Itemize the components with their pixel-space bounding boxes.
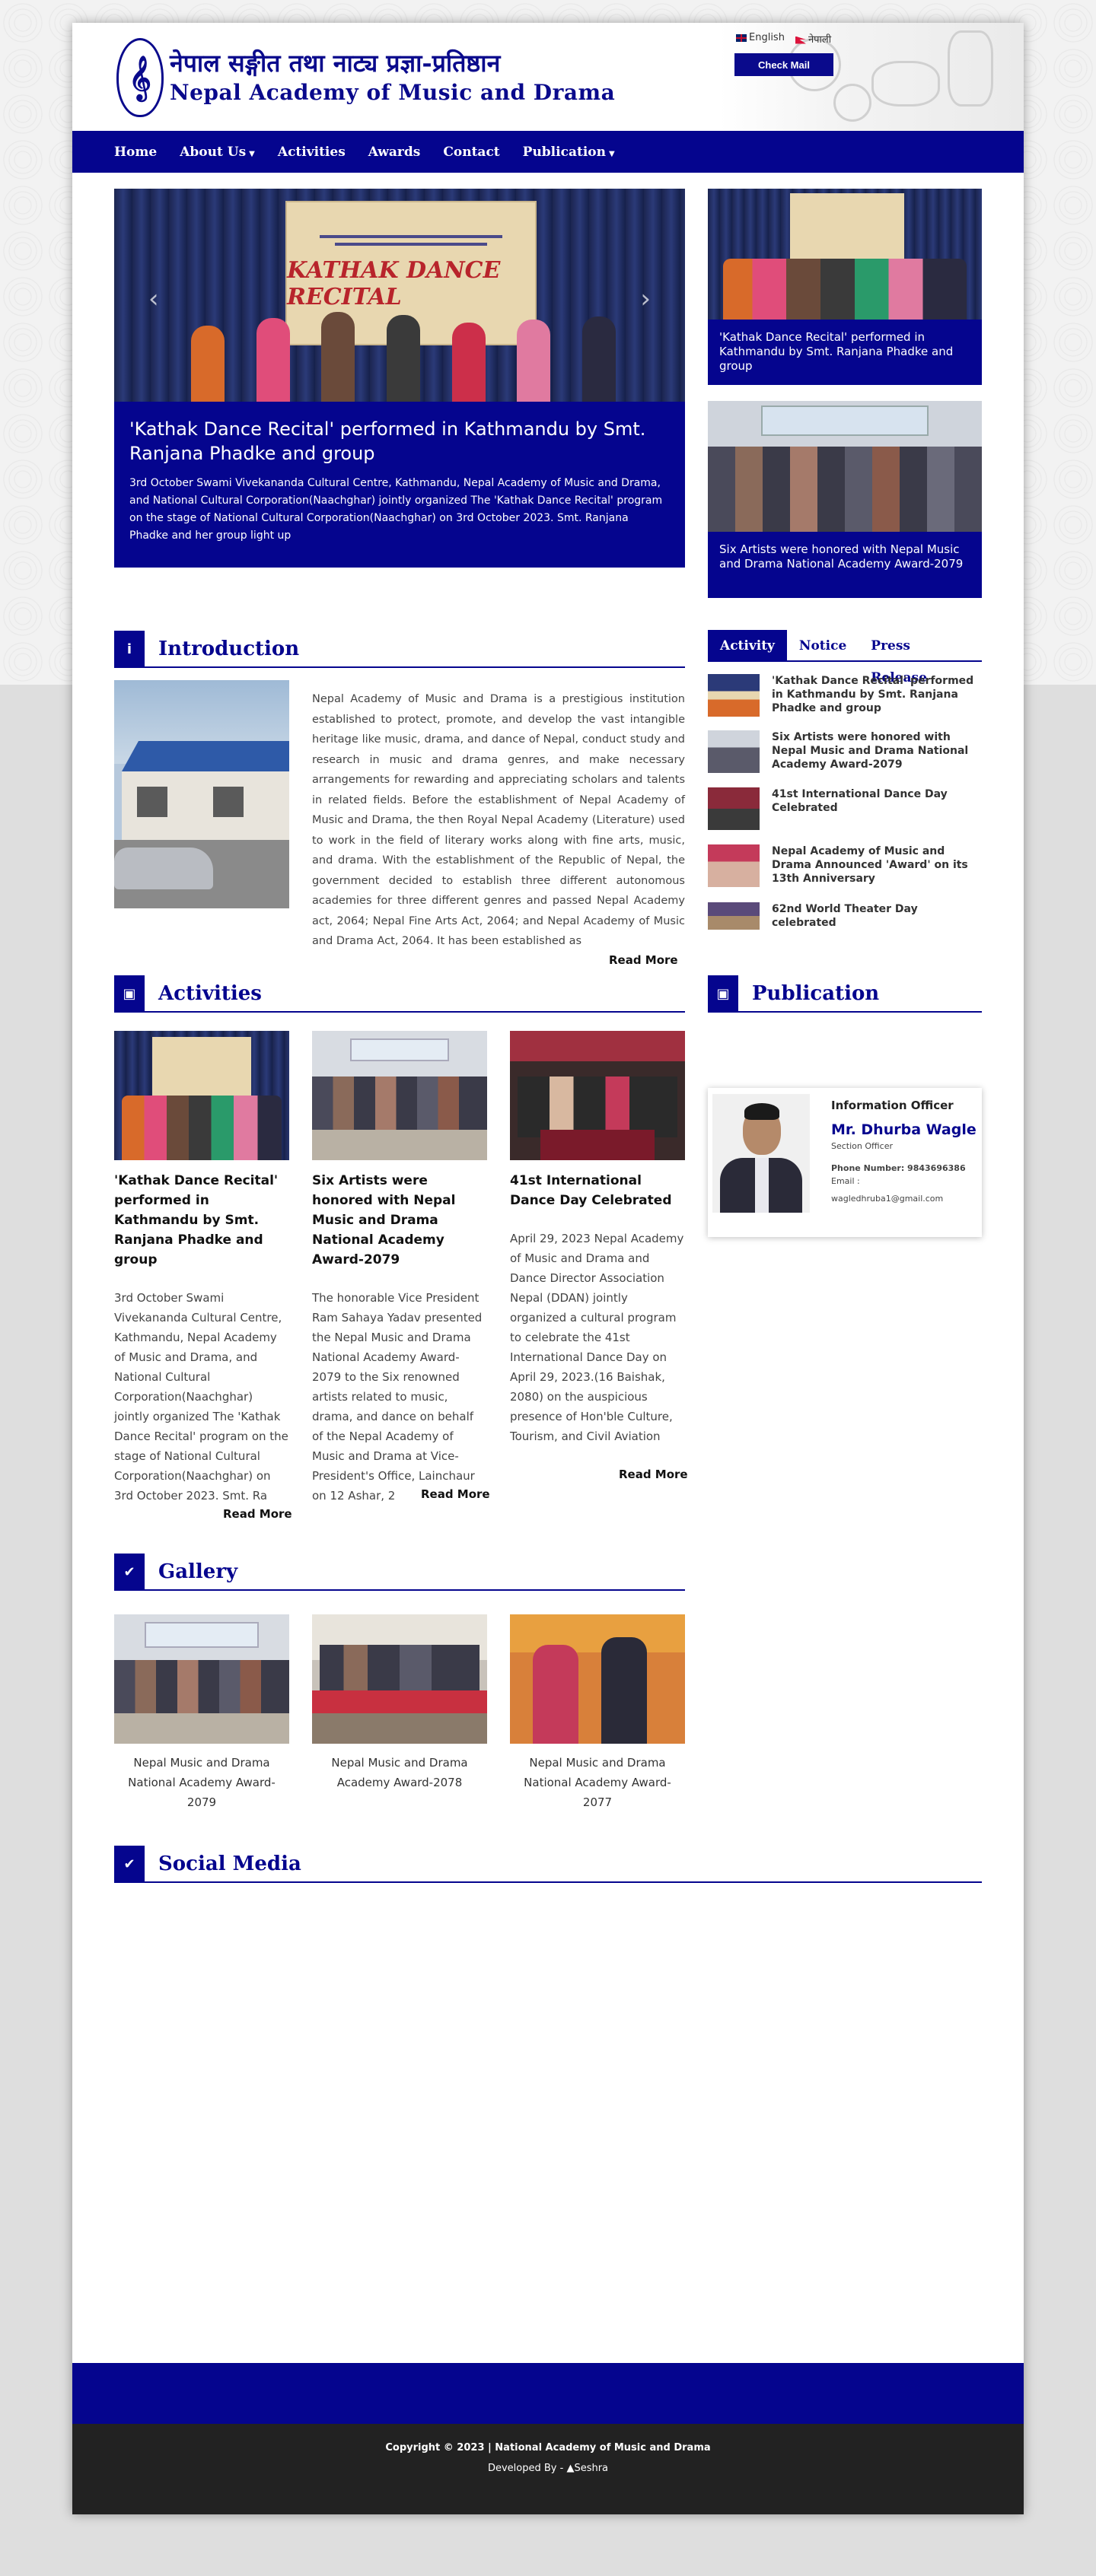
activity-description: April 29, 2023 Nepal Academy of Music an…	[510, 1232, 684, 1443]
activity-title[interactable]: 41st International Dance Day Celebrated	[510, 1171, 685, 1210]
caret-down-icon: ▼	[249, 149, 255, 158]
social-media-heading: ✔ Social Media	[114, 1846, 982, 1883]
officer-email-label: Email :	[831, 1176, 860, 1186]
officer-role: Section Officer	[831, 1141, 893, 1151]
nav-about[interactable]: About Us ▼	[180, 145, 255, 160]
news-thumbnail	[708, 844, 760, 887]
developed-by: Developed By - ▲Seshra	[487, 2463, 609, 2474]
gallery-card: Nepal Music and Drama National Academy A…	[114, 1614, 289, 1812]
nav-publication[interactable]: Publication ▼	[523, 145, 615, 160]
activity-read-more[interactable]: Read More	[223, 1507, 292, 1521]
news-item[interactable]: Nepal Academy of Music and Drama Announc…	[708, 844, 982, 887]
developer-logo-icon: ▲	[566, 2463, 575, 2474]
news-thumbnail	[708, 902, 760, 930]
news-tabs: Activity Notice Press Release	[708, 630, 982, 685]
officer-email[interactable]: wagledhruba1@gmail.com	[831, 1194, 977, 1204]
activity-image[interactable]	[312, 1031, 487, 1160]
info-icon: i	[114, 631, 145, 667]
side-slide-caption: Six Artists were honored with Nepal Musi…	[719, 542, 964, 571]
activity-image[interactable]	[510, 1031, 685, 1160]
activity-description: 3rd October Swami Vivekananda Cultural C…	[114, 1291, 288, 1503]
site-title-english: Nepal Academy of Music and Drama	[170, 80, 616, 105]
nav-contact[interactable]: Contact	[443, 145, 499, 160]
gallery-image[interactable]	[114, 1614, 289, 1744]
introduction-read-more[interactable]: Read More	[609, 953, 678, 967]
slider-next-icon[interactable]: ›	[640, 284, 651, 314]
calendar-icon: ▣	[114, 975, 145, 1012]
activity-read-more[interactable]: Read More	[421, 1487, 490, 1501]
side-slide-image	[708, 189, 982, 320]
introduction-text: Nepal Academy of Music and Drama is a pr…	[312, 693, 685, 947]
information-officer-card: Information Officer Mr. Dhurba Wagle Sec…	[708, 1088, 982, 1237]
news-item[interactable]: 41st International Dance Day Celebrated	[708, 787, 982, 830]
calendar-icon: ▣	[708, 975, 738, 1012]
gallery-caption: Nepal Music and Drama National Academy A…	[128, 1756, 276, 1809]
check-mail-button[interactable]: Check Mail	[734, 53, 833, 76]
side-slide-image	[708, 401, 982, 532]
introduction-heading: i Introduction	[114, 631, 685, 668]
hero-title[interactable]: 'Kathak Dance Recital' performed in Kath…	[129, 417, 670, 466]
lang-english-link[interactable]: English	[736, 32, 785, 46]
tab-activity[interactable]: Activity	[708, 630, 787, 662]
site-logo[interactable]: 𝄞 नेपाल सङ्गीत तथा नाट्य प्रज्ञा-प्रतिष्…	[116, 38, 615, 117]
hero-image: KATHAK DANCE RECITAL ‹ ›	[114, 189, 685, 402]
copyright-text: Copyright © 2023 | National Academy of M…	[385, 2442, 711, 2454]
main-nav: Home About Us ▼ Activities Awards Contact…	[72, 131, 1024, 173]
side-slide[interactable]: 'Kathak Dance Recital' performed in Kath…	[708, 189, 982, 385]
nav-awards[interactable]: Awards	[368, 145, 421, 160]
site-header: 𝄞 नेपाल सङ्गीत तथा नाट्य प्रज्ञा-प्रतिष्…	[72, 23, 1024, 131]
activity-title[interactable]: Six Artists were honored with Nepal Musi…	[312, 1171, 487, 1270]
tab-press-release[interactable]: Press Release	[859, 630, 982, 685]
news-thumbnail	[708, 674, 760, 717]
site-title-nepali: नेपाल सङ्गीत तथा नाट्य प्रज्ञा-प्रतिष्ठा…	[170, 49, 501, 78]
officer-label: Information Officer	[831, 1099, 954, 1112]
news-thumbnail	[708, 787, 760, 830]
officer-name: Mr. Dhurba Wagle	[831, 1121, 977, 1138]
officer-photo	[712, 1094, 810, 1213]
publication-heading: ▣ Publication	[708, 975, 982, 1013]
gallery-card: Nepal Music and Drama National Academy A…	[510, 1614, 685, 1812]
nav-activities[interactable]: Activities	[278, 145, 346, 160]
activity-card: 41st International Dance Day Celebrated …	[510, 1031, 685, 1446]
caret-down-icon: ▼	[608, 149, 615, 158]
side-slide[interactable]: Six Artists were honored with Nepal Musi…	[708, 401, 982, 598]
footer: Copyright © 2023 | National Academy of M…	[72, 2424, 1024, 2514]
activity-description: The honorable Vice President Ram Sahaya …	[312, 1291, 483, 1503]
logo-emblem-icon: 𝄞	[116, 38, 164, 117]
gallery-image[interactable]	[312, 1614, 487, 1744]
check-icon: ✔	[114, 1554, 145, 1590]
developer-link[interactable]: Seshra	[574, 2463, 608, 2474]
page-container: 𝄞 नेपाल सङ्गीत तथा नाट्य प्रज्ञा-प्रतिष्…	[72, 23, 1024, 2514]
news-item[interactable]: Six Artists were honored with Nepal Musi…	[708, 730, 982, 773]
activity-read-more[interactable]: Read More	[619, 1468, 688, 1481]
news-thumbnail	[708, 730, 760, 773]
gallery-image[interactable]	[510, 1614, 685, 1744]
gallery-card: Nepal Music and Drama Academy Award-2078	[312, 1614, 487, 1792]
slider-prev-icon[interactable]: ‹	[148, 284, 159, 314]
side-slide-caption: 'Kathak Dance Recital' performed in Kath…	[719, 330, 954, 373]
news-item[interactable]: 'Kathak Dance Recital' performed in Kath…	[708, 674, 982, 717]
uk-flag-icon	[736, 33, 747, 42]
activity-title[interactable]: 'Kathak Dance Recital' performed in Kath…	[114, 1171, 289, 1270]
gallery-caption: Nepal Music and Drama National Academy A…	[524, 1756, 671, 1809]
activity-image[interactable]	[114, 1031, 289, 1160]
hero-description: 3rd October Swami Vivekananda Cultural C…	[129, 477, 663, 542]
language-switcher: English नेपाली	[736, 32, 831, 46]
gallery-heading: ✔ Gallery	[114, 1554, 685, 1591]
news-item[interactable]: 62nd World Theater Day celebrated	[708, 902, 982, 930]
nepal-flag-icon	[795, 36, 806, 44]
lang-nepali-link[interactable]: नेपाली	[795, 32, 831, 46]
hero-slider[interactable]: KATHAK DANCE RECITAL ‹ › 'Kathak Dance R…	[114, 189, 685, 568]
footer-bar	[72, 2363, 1024, 2424]
activities-heading: ▣ Activities	[114, 975, 685, 1013]
activity-card: 'Kathak Dance Recital' performed in Kath…	[114, 1031, 289, 1506]
activity-card: Six Artists were honored with Nepal Musi…	[312, 1031, 487, 1506]
nav-home[interactable]: Home	[114, 145, 157, 160]
gallery-caption: Nepal Music and Drama Academy Award-2078	[331, 1756, 468, 1789]
officer-phone: Phone Number: 9843696386	[831, 1163, 966, 1173]
check-icon: ✔	[114, 1846, 145, 1882]
academy-building-image	[114, 680, 289, 908]
tab-notice[interactable]: Notice	[787, 630, 859, 662]
